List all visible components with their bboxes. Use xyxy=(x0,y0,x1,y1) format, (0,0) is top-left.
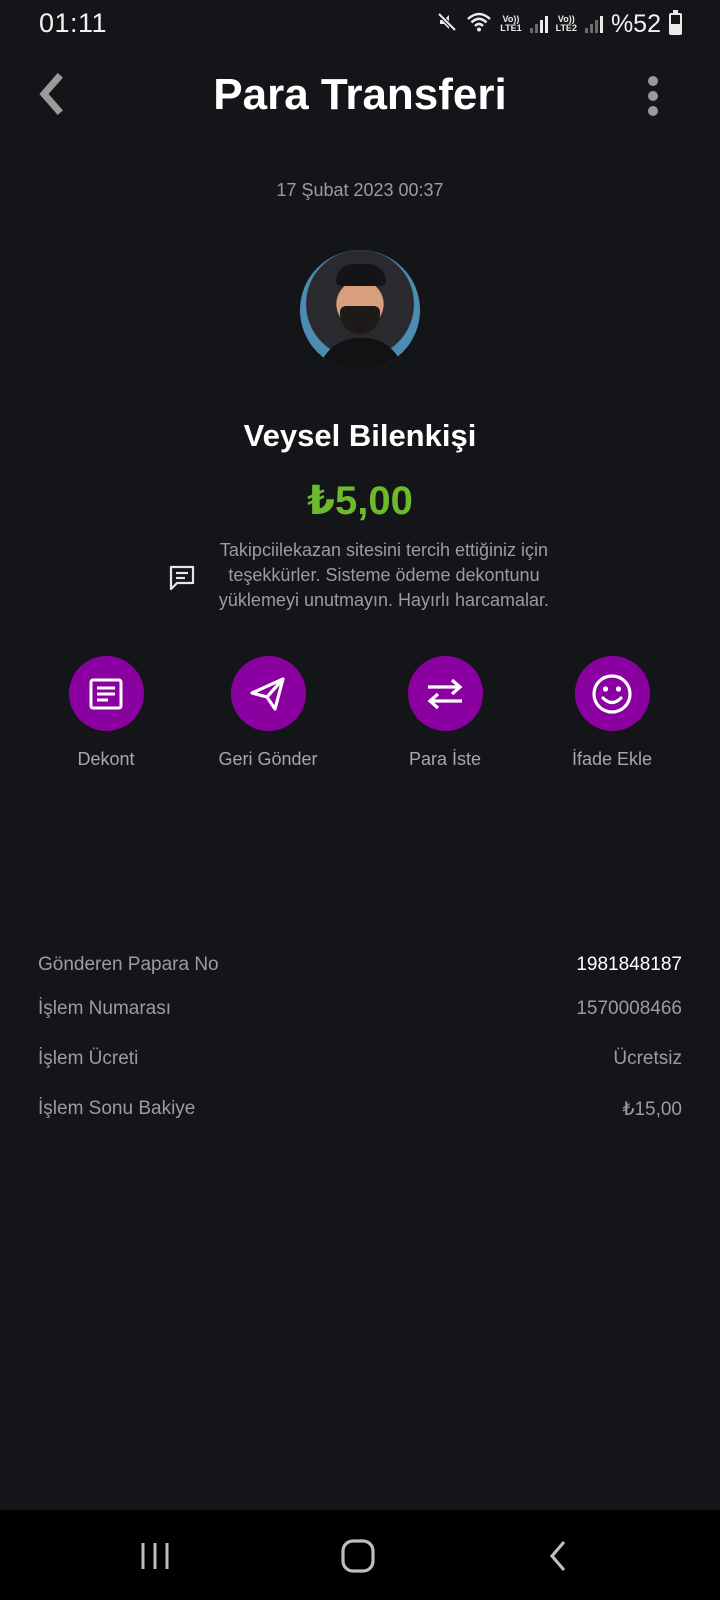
more-options-button[interactable] xyxy=(646,76,660,120)
more-vertical-icon xyxy=(648,76,658,86)
recipient-name: Veysel Bilenkişi xyxy=(243,418,477,453)
sender-number[interactable]: 1981848187 xyxy=(576,954,682,976)
detail-row-balance: İşlem Sonu Bakiye ₺15,00 xyxy=(38,1098,682,1120)
system-nav-bar xyxy=(0,1510,720,1600)
transaction-fee: Ücretsiz xyxy=(613,1048,682,1069)
send-icon xyxy=(250,676,285,711)
status-bar: 01:11 Vo)) LTE1 Vo)) LTE2 %52 xyxy=(0,0,720,48)
status-time: 01:11 xyxy=(39,8,108,38)
add-emoji-label: İfade Ekle xyxy=(571,749,653,769)
transaction-number: 1570008466 xyxy=(576,998,682,1019)
transaction-details: Gönderen Papara No 1981848187 İşlem Numa… xyxy=(38,954,682,1148)
send-back-label: Geri Gönder xyxy=(218,749,318,769)
balance-after: ₺15,00 xyxy=(622,1099,682,1120)
request-money-button[interactable]: Para İste xyxy=(370,656,520,770)
mute-icon xyxy=(436,11,458,38)
transaction-timestamp: 17 Şubat 2023 00:37 xyxy=(276,180,444,200)
request-money-label: Para İste xyxy=(408,749,482,769)
action-row: Dekont Geri Gönder Para İste İfade Ekle xyxy=(0,656,720,776)
receipt-icon xyxy=(89,678,123,709)
signal-1-icon xyxy=(529,15,548,33)
battery-icon xyxy=(669,10,682,35)
swap-icon xyxy=(427,678,463,709)
home-button[interactable] xyxy=(338,1538,378,1574)
transfer-note: Takipciilekazan sitesini tercih ettiğini… xyxy=(168,538,558,613)
smiley-icon xyxy=(592,673,632,714)
status-icons: Vo)) LTE1 Vo)) LTE2 %52 xyxy=(436,10,682,38)
avatar xyxy=(300,250,420,370)
send-back-button[interactable]: Geri Gönder xyxy=(193,656,343,770)
signal-2-icon xyxy=(584,15,603,33)
home-icon xyxy=(341,1539,375,1573)
receipt-button[interactable]: Dekont xyxy=(31,656,181,770)
recent-apps-icon xyxy=(141,1543,169,1569)
note-text: Takipciilekazan sitesini tercih ettiğini… xyxy=(218,540,550,610)
add-emoji-button[interactable]: İfade Ekle xyxy=(537,656,687,770)
transfer-amount: ₺5,00 xyxy=(307,479,413,523)
detail-row-sender: Gönderen Papara No 1981848187 xyxy=(38,954,682,976)
recent-apps-button[interactable] xyxy=(138,1538,172,1574)
detail-row-fee: İşlem Ücreti Ücretsiz xyxy=(38,1048,682,1069)
battery-percent: %52 xyxy=(610,9,661,38)
lte2-indicator: Vo)) LTE2 xyxy=(555,14,577,33)
wifi-icon xyxy=(466,11,492,38)
back-arrow-icon xyxy=(549,1540,566,1572)
page-title: Para Transferi xyxy=(213,70,507,119)
message-icon xyxy=(169,565,195,590)
lte1-indicator: Vo)) LTE1 xyxy=(500,14,522,33)
app-header: Para Transferi xyxy=(0,58,720,138)
system-back-button[interactable] xyxy=(544,1538,574,1574)
receipt-label: Dekont xyxy=(77,749,135,769)
transfer-detail-screen: 01:11 Vo)) LTE1 Vo)) LTE2 %52 Para Trans… xyxy=(0,0,720,1600)
detail-row-transaction-number: İşlem Numarası 1570008466 xyxy=(38,998,682,1019)
